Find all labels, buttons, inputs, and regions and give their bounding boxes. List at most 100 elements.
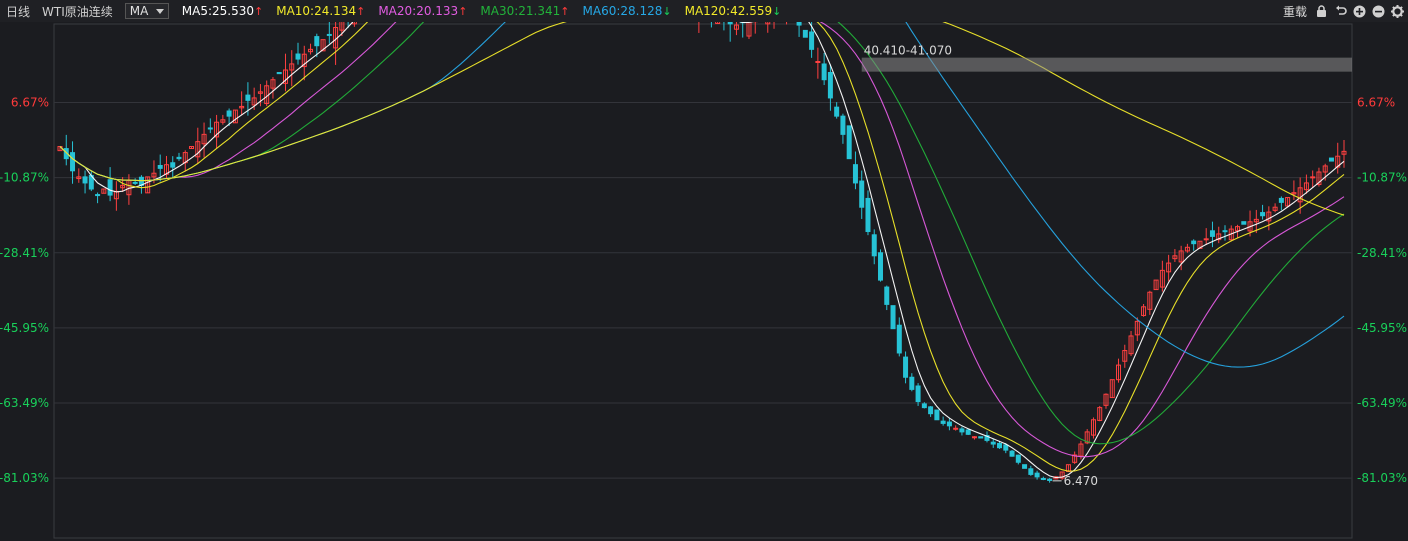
arrow-down-icon: ↓: [772, 5, 782, 18]
gear-icon[interactable]: [1391, 4, 1404, 18]
instrument-name: WTI原油连续: [42, 4, 113, 19]
candle-body: [978, 436, 984, 439]
reload-button[interactable]: 重载: [1283, 3, 1307, 20]
candle-body: [1310, 176, 1316, 179]
candle-body: [909, 376, 915, 390]
candle-body: [82, 176, 88, 184]
candle-body: [176, 156, 182, 160]
candle-body: [871, 234, 877, 257]
price-chart[interactable]: 6.67% 6.67% -10.87% -10.87% -28.41% -28.41% -4…: [0, 22, 1408, 541]
candle-body: [157, 165, 163, 169]
arrow-up-icon: ↑: [458, 5, 468, 18]
ma-label: MA120:42.559↓: [685, 4, 782, 18]
candle-body: [1191, 240, 1197, 245]
y-axis-tick-left: -63.49%: [0, 396, 49, 410]
candle-body: [865, 197, 871, 233]
candle-body: [326, 33, 332, 36]
arrow-up-icon: ↑: [560, 5, 570, 18]
candle-body: [903, 356, 909, 378]
y-axis-tick-right: 6.67%: [1357, 96, 1395, 110]
candle-body: [1203, 238, 1209, 241]
y-axis-tick-right: -28.41%: [1357, 246, 1407, 260]
period-label[interactable]: 日线: [0, 3, 30, 20]
candle-body: [1222, 230, 1228, 233]
y-axis-tick-right: -63.49%: [1357, 396, 1407, 410]
candle-body: [1047, 478, 1053, 481]
candle-body: [1040, 477, 1046, 480]
candle-body: [295, 53, 301, 60]
chart-toolbar: 日线 WTI原油连续 MA MA5:25.530↑ MA10:24.134↑ MA2…: [0, 0, 1408, 22]
candle-body: [70, 152, 76, 172]
ma-label: MA10:24.134↑: [276, 4, 365, 18]
ma-label: MA60:28.128↓: [583, 4, 672, 18]
y-axis-tick-left: -81.03%: [0, 471, 49, 485]
candle-body: [1260, 212, 1266, 217]
candle-body: [840, 115, 846, 135]
indicator-select[interactable]: MA: [124, 3, 169, 19]
y-axis-tick-right: -81.03%: [1357, 471, 1407, 485]
candle-body: [1241, 221, 1247, 225]
candle-body: [1328, 157, 1334, 162]
y-axis-tick-left: -28.41%: [0, 246, 49, 260]
candle-body: [965, 429, 971, 435]
y-axis-tick-right: -45.95%: [1357, 321, 1407, 335]
candle-body: [921, 403, 927, 409]
y-axis-tick-left: -45.95%: [0, 321, 49, 335]
arrow-down-icon: ↓: [662, 5, 672, 18]
ma-label-text: MA30:21.341: [480, 4, 561, 18]
y-axis-tick-right: -10.87%: [1357, 171, 1407, 185]
candle-body: [821, 63, 827, 81]
ma-label-text: MA20:20.133: [378, 4, 459, 18]
arrow-up-icon: ↑: [356, 5, 366, 18]
range-band-label: 40.410-41.070: [864, 44, 952, 58]
ma-label-text: MA120:42.559: [684, 4, 773, 18]
candle-body: [1009, 450, 1015, 457]
candle-body: [1022, 464, 1028, 469]
candle-body: [884, 286, 890, 305]
candle-body: [1015, 454, 1021, 463]
candle-body: [953, 427, 959, 430]
zoom-out-icon[interactable]: [1372, 5, 1385, 18]
chart-background: [0, 22, 1408, 541]
candle-body: [834, 106, 840, 117]
candle-body: [846, 125, 852, 160]
candle-body: [946, 421, 952, 427]
candle-body: [896, 324, 902, 354]
ma-legend: MA5:25.530↑ MA10:24.134↑ MA20:20.133↑ MA30:…: [169, 4, 782, 18]
chevron-down-icon: [155, 8, 164, 14]
chart-tools: 重载: [1283, 0, 1404, 22]
zoom-in-icon[interactable]: [1353, 5, 1366, 18]
candle-body: [1278, 197, 1284, 203]
candle-body: [245, 94, 251, 101]
ma-label: MA5:25.530↑: [182, 4, 263, 18]
candle-body: [959, 428, 965, 433]
candle-body: [276, 72, 282, 75]
candle-body: [934, 409, 940, 421]
candle-body: [852, 164, 858, 184]
candle-body: [890, 305, 896, 330]
range-band: [861, 57, 1352, 72]
ma-label-text: MA10:24.134: [276, 4, 357, 18]
candle-body: [132, 181, 138, 184]
candle-body: [971, 436, 977, 439]
candle-body: [809, 31, 815, 50]
y-axis-tick-left: -10.87%: [0, 171, 49, 185]
candle-body: [207, 127, 213, 130]
candle-body: [95, 194, 101, 197]
candle-body: [878, 252, 884, 281]
low-label: 6.470: [1064, 474, 1098, 488]
indicator-select-value: MA: [129, 4, 149, 18]
candle-body: [314, 36, 320, 47]
candle-body: [226, 110, 232, 117]
candle-body: [928, 406, 934, 415]
lock-icon[interactable]: [1315, 5, 1328, 18]
ma-label-text: MA60:28.128: [582, 4, 663, 18]
candle-body: [815, 60, 821, 63]
candle-body: [827, 72, 833, 99]
arrow-up-icon: ↑: [254, 5, 264, 18]
candle-body: [990, 441, 996, 445]
undo-icon[interactable]: [1334, 5, 1347, 18]
candle-body: [170, 162, 176, 168]
candle-body: [1209, 230, 1215, 237]
candle-body: [796, 22, 802, 26]
